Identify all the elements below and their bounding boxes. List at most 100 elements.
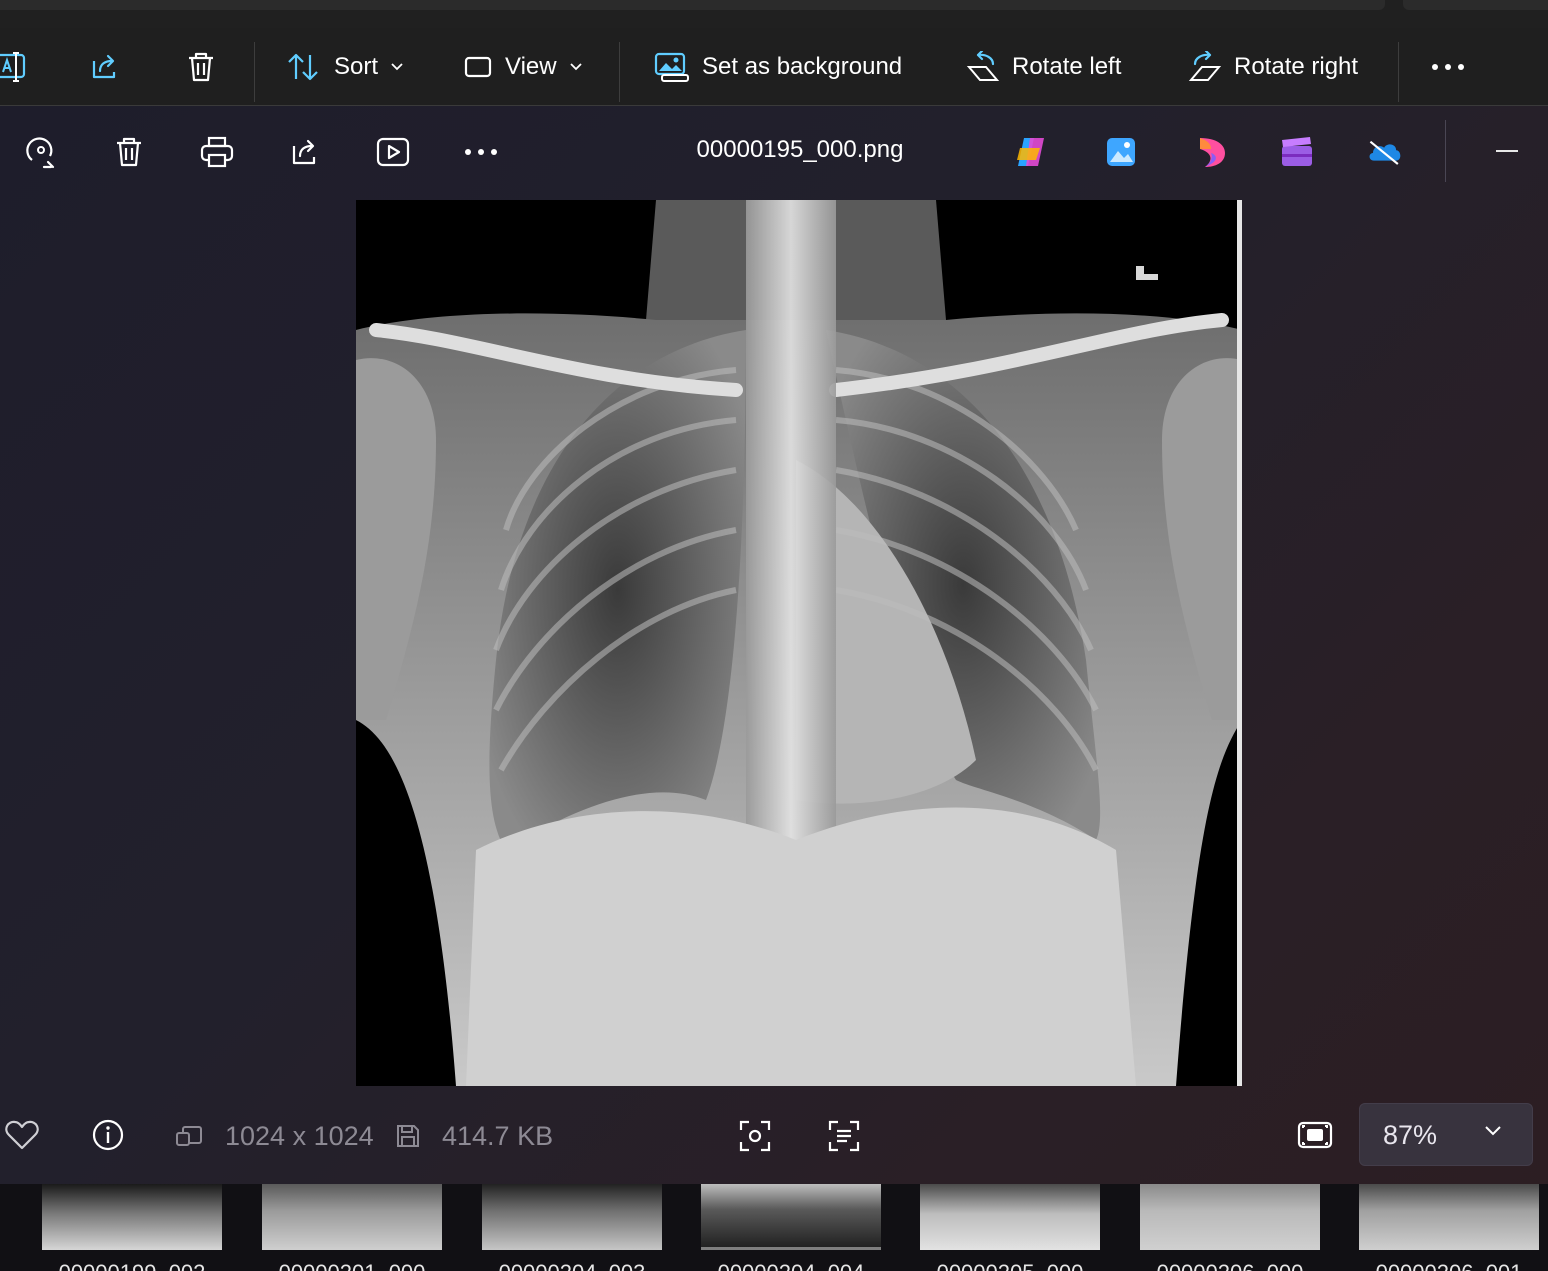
xray-image xyxy=(356,200,1242,1086)
share-button[interactable] xyxy=(89,28,121,106)
share-icon xyxy=(292,139,316,165)
heart-icon xyxy=(5,1120,39,1150)
separator xyxy=(1398,42,1399,102)
view-label: View xyxy=(505,53,557,80)
thumbnail-image xyxy=(701,1184,881,1247)
set-as-background-button[interactable]: Set as background xyxy=(654,28,902,106)
onedrive-button[interactable] xyxy=(1367,134,1403,170)
print-button[interactable] xyxy=(199,134,235,170)
clipchamp-button[interactable] xyxy=(1279,134,1315,170)
visual-search-icon xyxy=(739,1120,771,1152)
copilot-icon xyxy=(1017,138,1044,166)
more-icon xyxy=(1432,64,1464,70)
photos-toolbar: 00000195_000.png xyxy=(0,106,1548,200)
see-more-button[interactable] xyxy=(1430,28,1466,106)
minimize-button[interactable] xyxy=(1496,150,1518,152)
separator xyxy=(1445,120,1446,182)
edit-button[interactable] xyxy=(23,134,59,170)
sort-button[interactable]: Sort xyxy=(286,28,404,106)
trash-icon xyxy=(117,137,141,167)
thumbnail-image xyxy=(262,1184,442,1250)
thumbnail-image xyxy=(482,1184,662,1250)
thumbnail-image xyxy=(920,1184,1100,1250)
explorer-title-area xyxy=(0,0,1548,28)
chevron-down-icon xyxy=(391,63,403,71)
visual-search-button[interactable] xyxy=(737,1118,773,1154)
rotate-left-button[interactable]: Rotate left xyxy=(966,28,1121,106)
view-button[interactable]: View xyxy=(463,28,583,106)
set-background-icon xyxy=(654,52,689,82)
onedrive-icon xyxy=(1369,140,1401,165)
share-icon xyxy=(92,54,116,79)
more-options-button[interactable] xyxy=(463,134,499,170)
photos-window: 00000195_000.png 1024 x 1024 414.7 KB 87… xyxy=(0,106,1548,1271)
chevron-down-icon xyxy=(569,63,582,71)
edit-rotate-icon xyxy=(26,137,55,169)
thumbnail-label: 00000206_000 xyxy=(1140,1260,1320,1271)
chevron-down-icon xyxy=(1485,1126,1501,1136)
explorer-address-bar[interactable] xyxy=(0,0,1385,10)
thumbnail-label: 00000201_000 xyxy=(262,1260,442,1271)
filmstrip-thumbnail[interactable] xyxy=(482,1184,662,1250)
slideshow-icon xyxy=(376,137,410,167)
rotate-left-label: Rotate left xyxy=(1012,53,1122,80)
filmstrip-thumbnail[interactable] xyxy=(1359,1184,1539,1250)
image-dimensions: 1024 x 1024 xyxy=(225,1121,374,1151)
thumbnail-image xyxy=(42,1184,222,1250)
thumbnail-label: 00000205_000 xyxy=(920,1260,1100,1271)
thumbnail-label: 00000204_004 xyxy=(701,1260,881,1271)
fit-to-window-icon xyxy=(1297,1121,1333,1149)
file-size: 414.7 KB xyxy=(442,1121,554,1151)
favorite-button[interactable] xyxy=(5,1118,39,1152)
copilot-button[interactable] xyxy=(1014,134,1050,170)
rotate-left-icon xyxy=(966,51,1000,81)
clipchamp-icon xyxy=(1282,137,1312,166)
separator xyxy=(619,42,620,102)
zoom-level: 87% xyxy=(1383,1120,1438,1150)
more-icon xyxy=(465,149,497,155)
thumbnail-label: 00000199_002 xyxy=(42,1260,222,1271)
set-as-background-label: Set as background xyxy=(702,53,903,80)
thumbnail-label: 00000206_001 xyxy=(1359,1260,1539,1271)
rename-button[interactable] xyxy=(0,28,30,106)
photo-viewer-image[interactable] xyxy=(356,200,1242,1086)
filmstrip-thumbnail[interactable] xyxy=(1140,1184,1320,1250)
photo-editor-icon xyxy=(1107,138,1135,166)
trash-icon xyxy=(189,52,213,82)
photo-editor-button[interactable] xyxy=(1103,134,1139,170)
designer-icon xyxy=(1200,138,1225,167)
thumbnail-image xyxy=(1359,1184,1539,1250)
file-name: 00000195_000.png xyxy=(696,136,904,163)
sort-icon xyxy=(288,53,318,81)
thumbnail-label: 00000204_003 xyxy=(482,1260,662,1271)
info-icon xyxy=(92,1119,124,1151)
fit-to-window-button[interactable] xyxy=(1296,1118,1334,1152)
rotate-right-button[interactable]: Rotate right xyxy=(1188,28,1358,106)
designer-button[interactable] xyxy=(1193,134,1229,170)
file-info-button[interactable] xyxy=(91,1118,125,1152)
filmstrip-thumbnail[interactable] xyxy=(920,1184,1100,1250)
filmstrip-thumbnail[interactable] xyxy=(42,1184,222,1250)
print-icon xyxy=(200,136,234,168)
rotate-right-label: Rotate right xyxy=(1234,53,1359,80)
view-icon xyxy=(464,56,492,78)
rotate-right-icon xyxy=(1188,51,1222,81)
scan-text-icon xyxy=(828,1120,860,1152)
delete-button[interactable] xyxy=(186,28,216,106)
explorer-search-bar[interactable] xyxy=(1403,0,1548,10)
thumbnail-image xyxy=(1140,1184,1320,1250)
dimensions-icon xyxy=(175,1124,203,1148)
filmstrip-thumbnail[interactable] xyxy=(262,1184,442,1250)
delete-button[interactable] xyxy=(111,134,147,170)
share-button[interactable] xyxy=(287,134,323,170)
filmstrip-thumbnail-selected[interactable] xyxy=(701,1184,881,1250)
separator xyxy=(254,42,255,102)
slideshow-button[interactable] xyxy=(375,134,411,170)
scan-text-button[interactable] xyxy=(826,1118,862,1154)
save-icon xyxy=(396,1123,420,1149)
filmstrip: 00000199_002 00000201_000 00000204_003 0… xyxy=(0,1184,1548,1271)
explorer-command-bar: Sort View Set as background Rotate left … xyxy=(0,28,1548,106)
zoom-dropdown[interactable]: 87% xyxy=(1359,1103,1533,1166)
sort-label: Sort xyxy=(334,53,379,80)
rename-icon xyxy=(0,52,26,82)
